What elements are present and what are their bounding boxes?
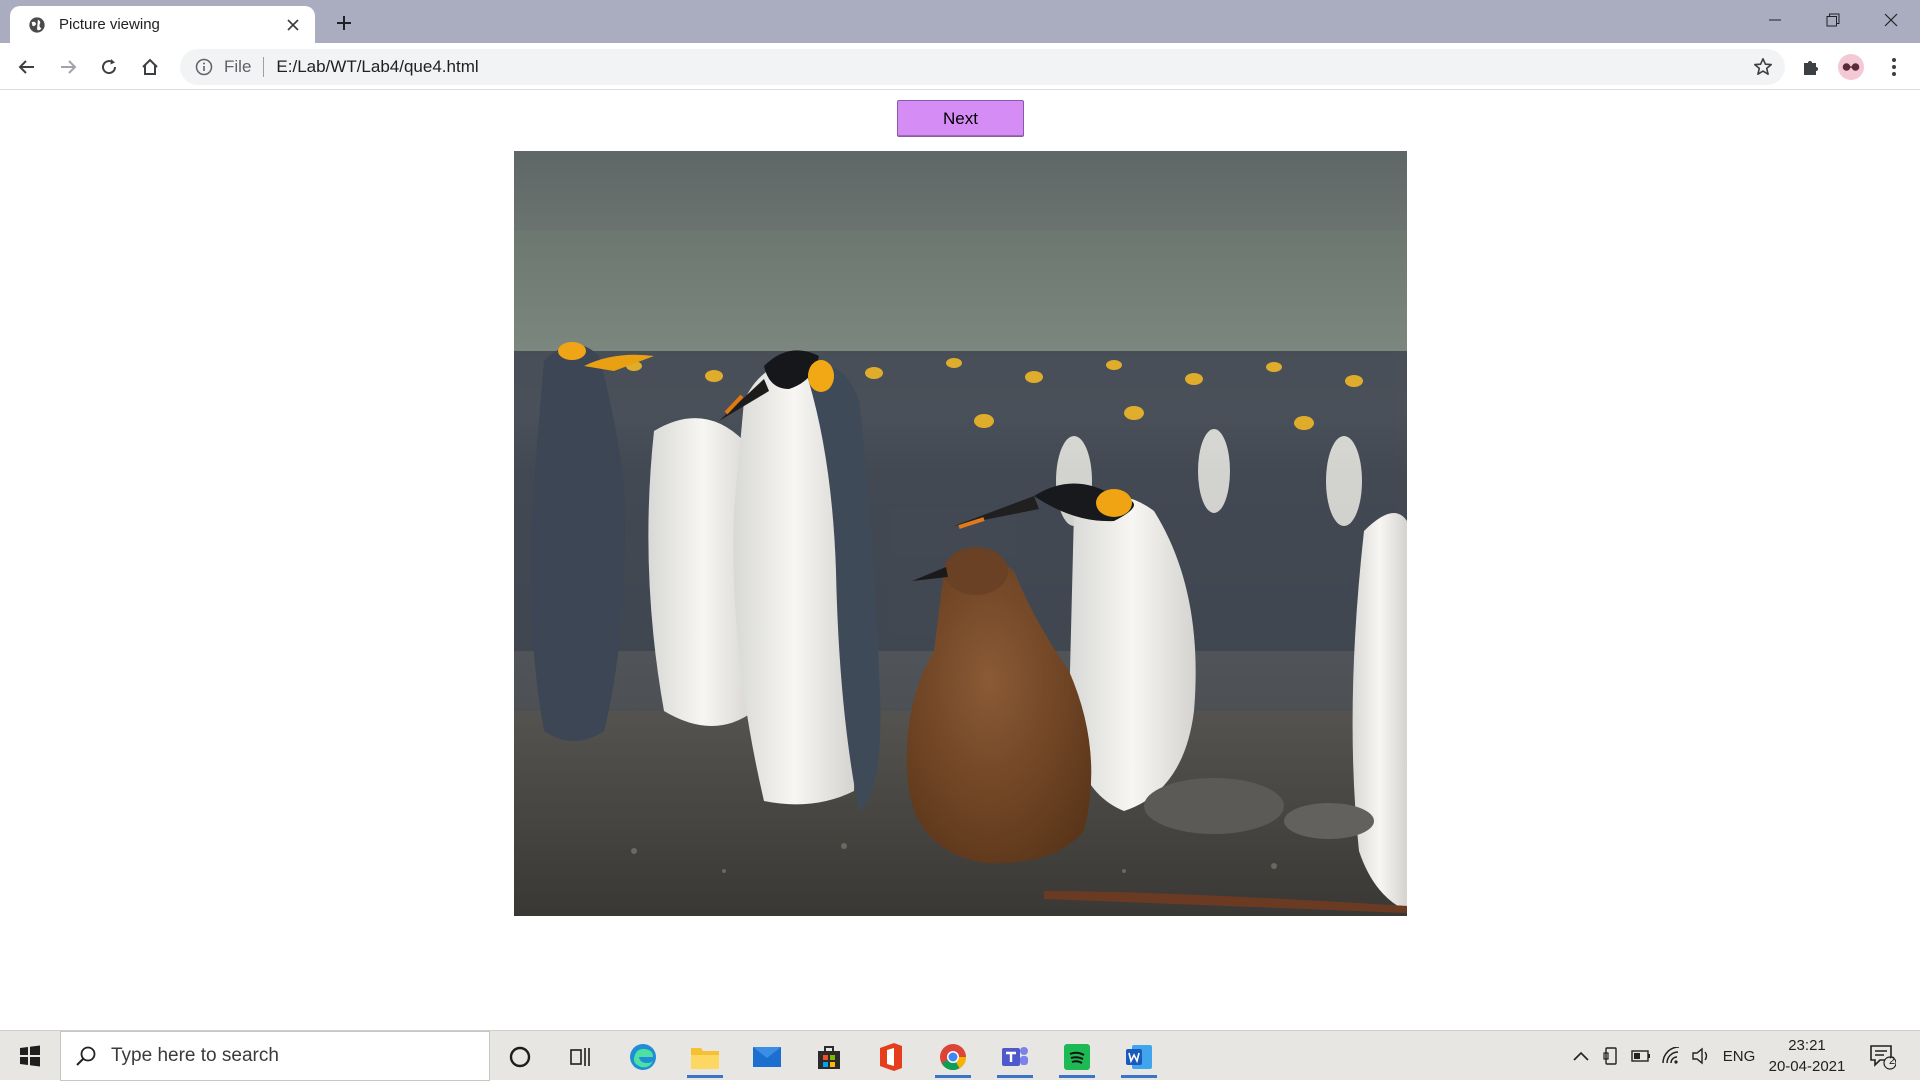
spotify-icon[interactable]: [1051, 1036, 1103, 1078]
volume-icon[interactable]: [1688, 1031, 1714, 1081]
close-window-icon[interactable]: [1862, 0, 1920, 40]
tab-strip: Picture viewing: [0, 0, 1920, 43]
url-text[interactable]: E:/Lab/WT/Lab4/que4.html: [276, 57, 478, 77]
running-indicator: [935, 1075, 971, 1078]
penguin-picture: [514, 151, 1407, 916]
show-hidden-icons-chevron-icon[interactable]: [1568, 1031, 1594, 1081]
forward-arrow-icon[interactable]: [52, 51, 84, 83]
browser-tab[interactable]: Picture viewing: [10, 6, 315, 43]
new-tab-icon[interactable]: [331, 10, 357, 36]
task-view-icon[interactable]: [554, 1036, 606, 1078]
restore-icon[interactable]: [1804, 0, 1862, 40]
word-icon[interactable]: [1113, 1036, 1165, 1078]
running-indicator: [687, 1075, 723, 1078]
running-indicator: [1059, 1075, 1095, 1078]
running-indicator: [997, 1075, 1033, 1078]
globe-icon: [29, 16, 45, 33]
reload-icon[interactable]: [93, 51, 125, 83]
file-explorer-icon[interactable]: [679, 1036, 731, 1078]
windows-start-icon[interactable]: [0, 1031, 60, 1081]
windows-taskbar: Type here to search ENG 23:21 20-04-2021…: [0, 1030, 1920, 1081]
action-center-icon[interactable]: 2: [1864, 1039, 1900, 1073]
extensions-puzzle-icon[interactable]: [1797, 53, 1825, 81]
address-bar[interactable]: File E:/Lab/WT/Lab4/que4.html: [180, 49, 1785, 85]
info-icon[interactable]: [194, 57, 214, 77]
next-button[interactable]: Next: [897, 100, 1024, 137]
notification-count: 2: [1889, 1055, 1896, 1067]
bookmark-star-icon[interactable]: [1753, 57, 1773, 77]
browser-toolbar: File E:/Lab/WT/Lab4/que4.html: [0, 43, 1920, 90]
back-arrow-icon[interactable]: [11, 51, 43, 83]
tab-title: Picture viewing: [59, 16, 160, 33]
window-controls: [1746, 0, 1920, 43]
language-text: ENG: [1722, 1047, 1756, 1065]
close-tab-icon[interactable]: [283, 15, 303, 35]
teams-icon[interactable]: [989, 1036, 1041, 1078]
device-icon[interactable]: [1598, 1031, 1624, 1081]
clock[interactable]: 23:21 20-04-2021: [1762, 1035, 1852, 1077]
profile-avatar[interactable]: [1837, 53, 1865, 81]
office-icon[interactable]: [865, 1036, 917, 1078]
search-icon: [76, 1046, 96, 1066]
address-divider: [263, 57, 265, 77]
minimize-icon[interactable]: [1746, 0, 1804, 40]
battery-icon[interactable]: [1628, 1031, 1654, 1081]
store-icon[interactable]: [803, 1036, 855, 1078]
penguin-colony-image: [514, 151, 1407, 916]
clock-date: 20-04-2021: [1768, 1058, 1846, 1075]
home-icon[interactable]: [134, 51, 166, 83]
language-indicator[interactable]: ENG: [1720, 1031, 1758, 1081]
edge-icon[interactable]: [617, 1036, 669, 1078]
wifi-icon[interactable]: [1658, 1031, 1684, 1081]
chrome-icon[interactable]: [927, 1036, 979, 1078]
search-placeholder: Type here to search: [111, 1045, 279, 1066]
taskbar-search[interactable]: Type here to search: [60, 1031, 490, 1081]
more-menu-icon[interactable]: [1880, 53, 1908, 81]
cortana-icon[interactable]: [494, 1036, 546, 1078]
clock-time: 23:21: [1788, 1037, 1826, 1054]
scheme-label: File: [224, 57, 252, 76]
mail-icon[interactable]: [741, 1036, 793, 1078]
running-indicator: [1121, 1075, 1157, 1078]
